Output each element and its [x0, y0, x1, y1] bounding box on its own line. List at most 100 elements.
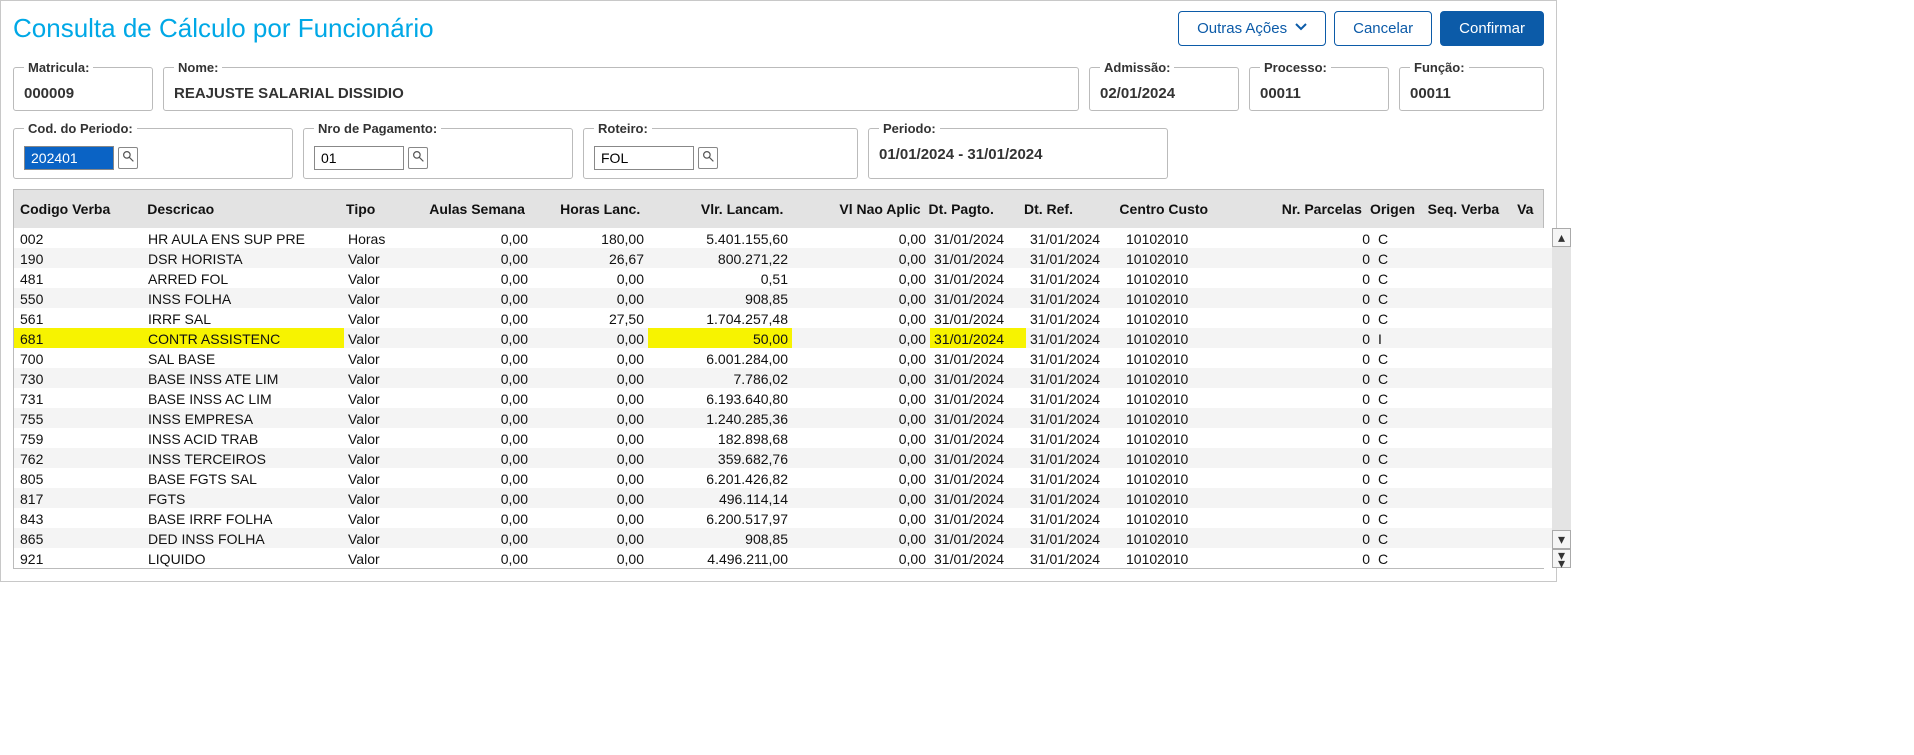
- cell: [1522, 408, 1552, 428]
- cell: 0,00: [532, 508, 648, 528]
- cell: 0,00: [404, 228, 532, 248]
- cell: 0: [1252, 308, 1374, 328]
- table-row[interactable]: 481ARRED FOLValor0,000,000,510,0031/01/2…: [14, 268, 1552, 288]
- cell: [1432, 348, 1522, 368]
- cell: 0,00: [792, 228, 930, 248]
- scroll-track[interactable]: [1552, 247, 1571, 530]
- funcao-group: Função: 00011: [1399, 60, 1544, 111]
- table-row[interactable]: 805BASE FGTS SALValor0,000,006.201.426,8…: [14, 468, 1552, 488]
- col-horas-lanc[interactable]: Horas Lanc.: [529, 198, 644, 220]
- periodo-label: Periodo:: [879, 121, 940, 136]
- cell: C: [1374, 348, 1432, 368]
- scroll-end-button[interactable]: ▾▾: [1552, 549, 1571, 568]
- nro-pagamento-lookup[interactable]: [408, 147, 428, 169]
- matricula-group: Matricula: 000009: [13, 60, 153, 111]
- cell: DSR HORISTA: [144, 248, 344, 268]
- cell: 550: [14, 288, 144, 308]
- table-row[interactable]: 817FGTSValor0,000,00496.114,140,0031/01/…: [14, 488, 1552, 508]
- table-row[interactable]: 921LIQUIDOValor0,000,004.496.211,000,003…: [14, 548, 1552, 568]
- cell: [1432, 268, 1522, 288]
- cell: 31/01/2024: [930, 268, 1026, 288]
- cell: 759: [14, 428, 144, 448]
- cell: 10102010: [1122, 388, 1252, 408]
- cod-periodo-input[interactable]: [24, 146, 114, 170]
- triangle-up-icon: ▴: [1558, 229, 1565, 246]
- col-origen[interactable]: Origen: [1366, 198, 1424, 220]
- cell: 31/01/2024: [1026, 448, 1122, 468]
- table-row[interactable]: 759INSS ACID TRABValor0,000,00182.898,68…: [14, 428, 1552, 448]
- scroll-up-button[interactable]: ▴: [1552, 228, 1571, 247]
- col-seq-verba[interactable]: Seq. Verba: [1424, 198, 1513, 220]
- cell: 31/01/2024: [1026, 248, 1122, 268]
- table-row[interactable]: 700SAL BASEValor0,000,006.001.284,000,00…: [14, 348, 1552, 368]
- cell: 0,00: [792, 468, 930, 488]
- table-row[interactable]: 865DED INSS FOLHAValor0,000,00908,850,00…: [14, 528, 1552, 548]
- cell: FGTS: [144, 488, 344, 508]
- cell: BASE INSS ATE LIM: [144, 368, 344, 388]
- cell: 31/01/2024: [930, 308, 1026, 328]
- roteiro-lookup[interactable]: [698, 147, 718, 169]
- periodo-value: 01/01/2024 - 31/01/2024: [879, 146, 1042, 163]
- table-row[interactable]: 561IRRF SALValor0,0027,501.704.257,480,0…: [14, 308, 1552, 328]
- col-dt-pagto[interactable]: Dt. Pagto.: [925, 198, 1020, 220]
- table-row[interactable]: 843BASE IRRF FOLHAValor0,000,006.200.517…: [14, 508, 1552, 528]
- cell: 0,51: [648, 268, 792, 288]
- cell: 921: [14, 548, 144, 568]
- top-bar: Consulta de Cálculo por Funcionário Outr…: [13, 1, 1544, 60]
- double-triangle-down-icon: ▾▾: [1558, 551, 1565, 567]
- col-aulas-semana[interactable]: Aulas Semana: [402, 198, 529, 220]
- confirm-button[interactable]: Confirmar: [1440, 11, 1544, 46]
- cell: INSS FOLHA: [144, 288, 344, 308]
- nome-label: Nome:: [174, 60, 222, 75]
- cell: [1522, 528, 1552, 548]
- col-descricao[interactable]: Descricao: [143, 198, 342, 220]
- table-row[interactable]: 730BASE INSS ATE LIMValor0,000,007.786,0…: [14, 368, 1552, 388]
- cell: [1432, 408, 1522, 428]
- cell: 002: [14, 228, 144, 248]
- table-row[interactable]: 190DSR HORISTAValor0,0026,67800.271,220,…: [14, 248, 1552, 268]
- cell: 31/01/2024: [1026, 308, 1122, 328]
- col-vlr-lancam[interactable]: Vlr. Lancam.: [644, 198, 787, 220]
- search-icon: [702, 150, 715, 166]
- cell: [1432, 508, 1522, 528]
- cell: 0: [1252, 448, 1374, 468]
- cell: C: [1374, 248, 1432, 268]
- admissao-label: Admissão:: [1100, 60, 1174, 75]
- col-dt-ref[interactable]: Dt. Ref.: [1020, 198, 1115, 220]
- cell: 0,00: [792, 408, 930, 428]
- col-tipo[interactable]: Tipo: [342, 198, 402, 220]
- table-row[interactable]: 731BASE INSS AC LIMValor0,000,006.193.64…: [14, 388, 1552, 408]
- cell: 31/01/2024: [1026, 388, 1122, 408]
- roteiro-label: Roteiro:: [594, 121, 652, 136]
- nro-pagamento-input[interactable]: [314, 146, 404, 170]
- col-nr-parcelas[interactable]: Nr. Parcelas: [1245, 198, 1366, 220]
- table-row[interactable]: 681CONTR ASSISTENCValor0,000,0050,000,00…: [14, 328, 1552, 348]
- cell: 26,67: [532, 248, 648, 268]
- cod-periodo-lookup[interactable]: [118, 147, 138, 169]
- col-last[interactable]: Va: [1513, 198, 1543, 220]
- cell: 731: [14, 388, 144, 408]
- roteiro-input[interactable]: [594, 146, 694, 170]
- table-row[interactable]: 762INSS TERCEIROSValor0,000,00359.682,76…: [14, 448, 1552, 468]
- table-row[interactable]: 755INSS EMPRESAValor0,000,001.240.285,36…: [14, 408, 1552, 428]
- cell: 817: [14, 488, 144, 508]
- col-centro-custo[interactable]: Centro Custo: [1115, 198, 1244, 220]
- cell: 0: [1252, 248, 1374, 268]
- cancel-button[interactable]: Cancelar: [1334, 11, 1432, 46]
- grid-rows: 002HR AULA ENS SUP PREHoras0,00180,005.4…: [14, 228, 1552, 568]
- cell: 1.240.285,36: [648, 408, 792, 428]
- roteiro-group: Roteiro:: [583, 121, 858, 179]
- col-vl-nao-aplic[interactable]: Vl Nao Aplic: [787, 198, 924, 220]
- outras-acoes-button[interactable]: Outras Ações: [1178, 11, 1326, 46]
- cell: 805: [14, 468, 144, 488]
- table-row[interactable]: 550INSS FOLHAValor0,000,00908,850,0031/0…: [14, 288, 1552, 308]
- cell: 681: [14, 328, 144, 348]
- cell: 0,00: [792, 448, 930, 468]
- cell: 0: [1252, 528, 1374, 548]
- cell: [1432, 248, 1522, 268]
- cell: 0,00: [532, 408, 648, 428]
- col-codigo-verba[interactable]: Codigo Verba: [14, 198, 143, 220]
- cell: 31/01/2024: [930, 248, 1026, 268]
- table-row[interactable]: 002HR AULA ENS SUP PREHoras0,00180,005.4…: [14, 228, 1552, 248]
- cell: 0,00: [404, 488, 532, 508]
